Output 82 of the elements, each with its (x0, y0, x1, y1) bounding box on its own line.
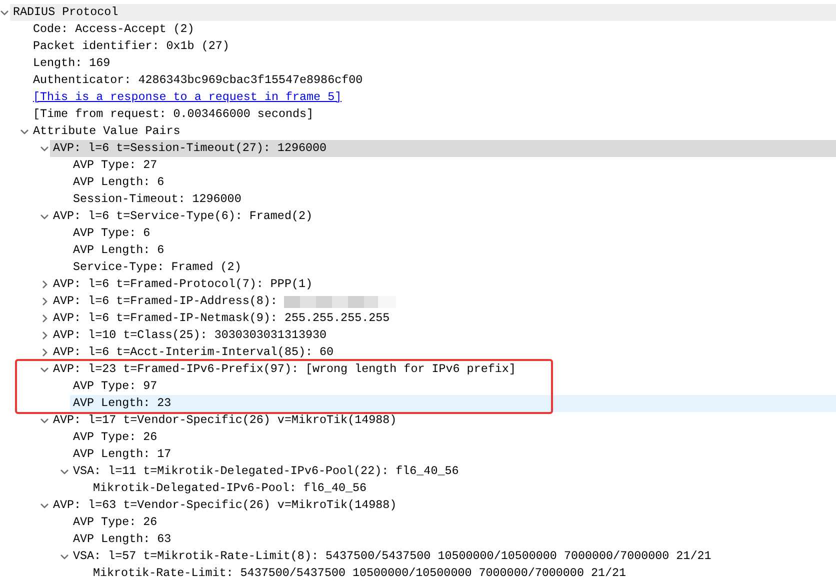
chevron-right-icon[interactable] (40, 314, 49, 323)
row-text: RADIUS Protocol (13, 4, 118, 21)
row-text: VSA: l=11 t=Mikrotik-Delegated-IPv6-Pool(22): fl6_40_56 (73, 462, 459, 480)
tree-row[interactable]: AVP Type: 26 (70, 514, 836, 531)
tree-row[interactable]: AVP: l=6 t=Acct-Interim-Interval(85): 60 (50, 344, 836, 361)
row-text: Length: 169 (33, 54, 110, 72)
tree-row[interactable]: [Time from request: 0.003466000 seconds] (30, 106, 836, 123)
row-text: Session-Timeout: 1296000 (73, 190, 242, 208)
tree-row[interactable]: AVP: l=6 t=Service-Type(6): Framed(2) (50, 208, 836, 225)
tree-row[interactable]: [This is a response to a request in frame 5] (30, 89, 836, 106)
tree-row[interactable]: AVP Length: 6 (70, 174, 836, 191)
tree-row[interactable]: Length: 169 (30, 55, 836, 72)
row-text: AVP Length: 6 (73, 174, 164, 191)
chevron-right-icon[interactable] (40, 280, 49, 289)
tree-row[interactable]: RADIUS Protocol (10, 4, 836, 21)
row-text: AVP Length: 6 (73, 242, 164, 259)
row-text: AVP: l=17 t=Vendor-Specific(26) v=MikroTik(14988) (53, 412, 397, 429)
tree-row[interactable]: AVP Type: 27 (70, 157, 836, 174)
row-text: AVP: l=6 t=Framed-IP-Netmask(9): 255.255.255.255 (53, 310, 390, 327)
row-text: Code: Access-Accept (2) (33, 20, 194, 38)
row-text: AVP Type: 97 (73, 378, 158, 395)
row-text: AVP: l=23 t=Framed-IPv6-Prefix(97): [wrong length for IPv6 prefix] (53, 360, 516, 378)
tree-row[interactable]: AVP Length: 23 (70, 395, 836, 412)
row-text: AVP Type: 26 (73, 514, 158, 531)
chevron-down-icon[interactable] (40, 416, 49, 425)
row-text: [Time from request: 0.003466000 seconds] (33, 106, 314, 123)
row-text: Mikrotik-Delegated-IPv6-Pool: fl6_40_56 (93, 480, 367, 497)
tree-row[interactable]: AVP: l=10 t=Class(25): 3030303031313930 (50, 327, 836, 344)
tree-row[interactable]: Packet identifier: 0x1b (27) (30, 38, 836, 55)
row-text: AVP Length: 63 (73, 530, 172, 548)
row-text: AVP Type: 27 (73, 156, 158, 174)
tree-row[interactable]: AVP Length: 63 (70, 531, 836, 548)
tree-row[interactable]: AVP: l=6 t=Framed-Protocol(7): PPP(1) (50, 276, 836, 293)
tree-row[interactable]: Mikrotik-Rate-Limit: 5437500/5437500 10500000/10500000 7000000/7000000 21/21 (90, 565, 836, 582)
row-text: AVP Type: 6 (73, 224, 150, 242)
row-text: AVP Length: 23 (73, 394, 172, 412)
row-text: Authenticator: 4286343bc969cbac3f15547e8986cf00 (33, 72, 363, 89)
tree-row[interactable]: AVP: l=6 t=Framed-IP-Address(8): (50, 293, 836, 310)
row-text: AVP Length: 17 (73, 446, 172, 463)
tree-row[interactable]: AVP Length: 6 (70, 242, 836, 259)
row-text: Service-Type: Framed (2) (73, 258, 242, 276)
tree-row[interactable]: AVP: l=6 t=Session-Timeout(27): 1296000 (50, 140, 836, 157)
tree-row[interactable]: AVP Type: 26 (70, 429, 836, 446)
tree-row[interactable]: Session-Timeout: 1296000 (70, 191, 836, 208)
row-text: AVP Type: 26 (73, 428, 158, 446)
chevron-down-icon[interactable] (0, 8, 9, 17)
tree-row[interactable]: Code: Access-Accept (2) (30, 21, 836, 38)
tree-row[interactable]: VSA: l=11 t=Mikrotik-Delegated-IPv6-Pool(22): fl6_40_56 (70, 463, 836, 480)
chevron-down-icon[interactable] (60, 552, 69, 561)
tree-row[interactable]: Service-Type: Framed (2) (70, 259, 836, 276)
tree-row[interactable]: AVP Length: 17 (70, 446, 836, 463)
tree-row[interactable]: Mikrotik-Delegated-IPv6-Pool: fl6_40_56 (90, 480, 836, 497)
tree-row[interactable]: AVP Type: 6 (70, 225, 836, 242)
chevron-down-icon[interactable] (40, 212, 49, 221)
tree-row[interactable]: AVP: l=23 t=Framed-IPv6-Prefix(97): [wrong length for IPv6 prefix] (50, 361, 836, 378)
tree-row[interactable]: AVP Type: 97 (70, 378, 836, 395)
chevron-down-icon[interactable] (40, 365, 49, 374)
row-text: AVP: l=10 t=Class(25): 3030303031313930 (53, 326, 327, 344)
chevron-right-icon[interactable] (40, 297, 49, 306)
row-text: Attribute Value Pairs (33, 122, 180, 140)
row-text: AVP: l=6 t=Framed-Protocol(7): PPP(1) (53, 276, 313, 293)
tree-row[interactable]: VSA: l=57 t=Mikrotik-Rate-Limit(8): 5437500/5437500 10500000/10500000 7000000/7000000 21/21 (70, 548, 836, 565)
row-text: VSA: l=57 t=Mikrotik-Rate-Limit(8): 5437500/5437500 10500000/10500000 7000000/7000000 21/21 (73, 548, 712, 565)
row-text: AVP: l=6 t=Acct-Interim-Interval(85): 60 (53, 344, 334, 361)
chevron-down-icon[interactable] (40, 144, 49, 153)
chevron-right-icon[interactable] (40, 348, 49, 357)
chevron-down-icon[interactable] (20, 127, 29, 136)
row-text: AVP: l=6 t=Framed-IP-Address(8): (53, 292, 278, 310)
chevron-down-icon[interactable] (60, 467, 69, 476)
row-text: AVP: l=63 t=Vendor-Specific(26) v=MikroTik(14988) (53, 496, 397, 514)
tree-row[interactable]: AVP: l=17 t=Vendor-Specific(26) v=MikroTik(14988) (50, 412, 836, 429)
row-text: AVP: l=6 t=Session-Timeout(27): 1296000 (53, 140, 327, 157)
row-text: Packet identifier: 0x1b (27) (33, 38, 230, 55)
chevron-right-icon[interactable] (40, 331, 49, 340)
frame-link[interactable]: [This is a response to a request in frame 5] (33, 88, 342, 106)
tree-row[interactable]: AVP: l=63 t=Vendor-Specific(26) v=MikroTik(14988) (50, 497, 836, 514)
chevron-down-icon[interactable] (40, 501, 49, 510)
tree-row[interactable]: AVP: l=6 t=Framed-IP-Netmask(9): 255.255.255.255 (50, 310, 836, 327)
tree-row[interactable]: Authenticator: 4286343bc969cbac3f15547e8986cf00 (30, 72, 836, 89)
row-text: Mikrotik-Rate-Limit: 5437500/5437500 10500000/10500000 7000000/7000000 21/21 (93, 564, 626, 582)
row-text: AVP: l=6 t=Service-Type(6): Framed(2) (53, 208, 313, 225)
tree-row[interactable]: Attribute Value Pairs (30, 123, 836, 140)
